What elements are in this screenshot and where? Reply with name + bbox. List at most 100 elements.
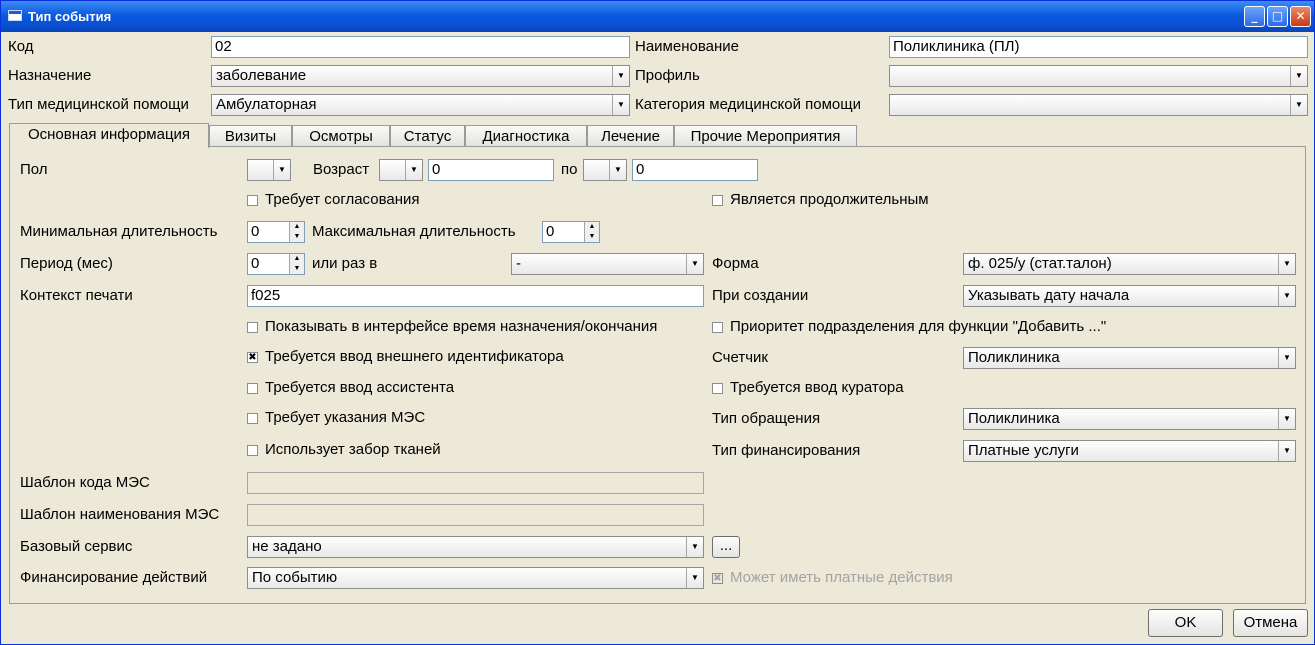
age-to-label: по bbox=[561, 161, 578, 178]
age-to-field[interactable]: 0 bbox=[632, 159, 758, 181]
show-time-checkbox[interactable]: Показывать в интерфейсе время назначения… bbox=[247, 317, 657, 337]
care-type-select[interactable]: Амбулаторная ▼ bbox=[211, 94, 630, 116]
dept-priority-checkbox[interactable]: Приоритет подразделения для функции "Доб… bbox=[712, 317, 1106, 337]
purpose-select[interactable]: заболевание ▼ bbox=[211, 65, 630, 87]
checkbox-box bbox=[712, 383, 723, 394]
spin-buttons[interactable]: ▲ ▼ bbox=[584, 222, 599, 242]
age-from-unit-select[interactable]: ▼ bbox=[379, 159, 423, 181]
mes-name-field[interactable] bbox=[247, 504, 704, 526]
counter-select[interactable]: Поликлиника ▼ bbox=[963, 347, 1296, 369]
tab-diagnostics[interactable]: Диагностика bbox=[465, 125, 587, 147]
title-bar[interactable]: Тип события _ □ ✕ bbox=[1, 1, 1314, 32]
paid-actions-checkbox[interactable]: ✖ Может иметь платные действия bbox=[712, 568, 953, 588]
spin-buttons[interactable]: ▲ ▼ bbox=[289, 254, 304, 274]
checkbox-box bbox=[247, 195, 258, 206]
spin-down-icon[interactable]: ▼ bbox=[585, 232, 599, 242]
age-to-unit-select[interactable]: ▼ bbox=[583, 159, 627, 181]
curator-checkbox[interactable]: Требуется ввод куратора bbox=[712, 378, 904, 398]
assistant-label: Требуется ввод ассистента bbox=[265, 379, 455, 396]
on-create-select[interactable]: Указывать дату начала ▼ bbox=[963, 285, 1296, 307]
sex-select[interactable]: ▼ bbox=[247, 159, 291, 181]
tissue-checkbox[interactable]: Использует забор тканей bbox=[247, 440, 441, 460]
period-spinner[interactable]: 0 ▲ ▼ bbox=[247, 253, 305, 275]
ok-button[interactable]: OK bbox=[1148, 609, 1223, 637]
mes-label: Требует указания МЭС bbox=[265, 409, 426, 426]
care-type-label: Тип медицинской помощи bbox=[8, 96, 189, 113]
min-duration-value: 0 bbox=[251, 223, 260, 240]
tab-main-info[interactable]: Основная информация bbox=[9, 123, 209, 148]
window-icon bbox=[8, 10, 22, 21]
profile-select[interactable]: ▼ bbox=[889, 65, 1308, 87]
period-value: 0 bbox=[251, 255, 260, 272]
counter-label: Счетчик bbox=[712, 349, 768, 366]
code-label: Код bbox=[8, 38, 34, 55]
spin-down-icon[interactable]: ▼ bbox=[290, 232, 304, 242]
name-field[interactable]: Поликлиника (ПЛ) bbox=[889, 36, 1308, 58]
tab-other-activities[interactable]: Прочие Мероприятия bbox=[674, 125, 857, 147]
close-icon[interactable]: ✕ bbox=[1290, 6, 1311, 27]
tissue-label: Использует забор тканей bbox=[265, 441, 441, 458]
chevron-down-icon: ▼ bbox=[1278, 286, 1295, 306]
actions-finance-select[interactable]: По событию ▼ bbox=[247, 567, 704, 589]
requires-approval-checkbox[interactable]: Требует согласования bbox=[247, 190, 420, 210]
is-long-checkbox[interactable]: Является продолжительным bbox=[712, 190, 929, 210]
chevron-down-icon: ▼ bbox=[405, 160, 422, 180]
dept-priority-label: Приоритет подразделения для функции "Доб… bbox=[730, 318, 1107, 335]
appeal-type-select[interactable]: Поликлиника ▼ bbox=[963, 408, 1296, 430]
age-label: Возраст bbox=[313, 161, 370, 178]
ext-id-checkbox[interactable]: ✖ Требуется ввод внешнего идентификатора bbox=[247, 347, 564, 367]
tab-examinations[interactable]: Осмотры bbox=[292, 125, 390, 147]
minimize-icon[interactable]: _ bbox=[1244, 6, 1265, 27]
spin-up-icon[interactable]: ▲ bbox=[290, 254, 304, 264]
max-duration-spinner[interactable]: 0 ▲ ▼ bbox=[542, 221, 600, 243]
finance-type-select[interactable]: Платные услуги ▼ bbox=[963, 440, 1296, 462]
window-title: Тип события bbox=[28, 9, 112, 24]
tab-treatment[interactable]: Лечение bbox=[587, 125, 674, 147]
maximize-icon[interactable]: □ bbox=[1267, 6, 1288, 27]
mes-code-field[interactable] bbox=[247, 472, 704, 494]
times-label: или раз в bbox=[312, 255, 378, 272]
spin-up-icon[interactable]: ▲ bbox=[585, 222, 599, 232]
paid-actions-label: Может иметь платные действия bbox=[730, 569, 953, 586]
name-label: Наименование bbox=[635, 38, 739, 55]
form-select[interactable]: ф. 025/у (стат.талон) ▼ bbox=[963, 253, 1296, 275]
care-type-value: Амбулаторная bbox=[216, 96, 317, 113]
spin-up-icon[interactable]: ▲ bbox=[290, 222, 304, 232]
checkbox-checked-icon: ✖ bbox=[712, 573, 723, 584]
show-time-label: Показывать в интерфейсе время назначения… bbox=[265, 318, 658, 335]
code-field[interactable]: 02 bbox=[211, 36, 630, 58]
print-context-field[interactable]: f025 bbox=[247, 285, 704, 307]
tab-status[interactable]: Статус bbox=[390, 125, 465, 147]
tab-visits[interactable]: Визиты bbox=[209, 125, 292, 147]
mes-checkbox[interactable]: Требует указания МЭС bbox=[247, 408, 425, 428]
care-category-select[interactable]: ▼ bbox=[889, 94, 1308, 116]
actions-finance-label: Финансирование действий bbox=[20, 569, 208, 586]
age-from-field[interactable]: 0 bbox=[428, 159, 554, 181]
purpose-value: заболевание bbox=[216, 67, 307, 84]
times-value: - bbox=[516, 255, 521, 272]
counter-value: Поликлиника bbox=[968, 349, 1060, 366]
base-service-browse-button[interactable]: ... bbox=[712, 536, 740, 558]
checkbox-box bbox=[247, 413, 258, 424]
appeal-type-value: Поликлиника bbox=[968, 410, 1060, 427]
spin-down-icon[interactable]: ▼ bbox=[290, 264, 304, 274]
form-label: Форма bbox=[712, 255, 759, 272]
is-long-label: Является продолжительным bbox=[730, 191, 929, 208]
checkbox-box bbox=[247, 322, 258, 333]
chevron-down-icon: ▼ bbox=[1290, 95, 1307, 115]
profile-label: Профиль bbox=[635, 67, 700, 84]
base-service-value: не задано bbox=[252, 538, 322, 555]
assistant-checkbox[interactable]: Требуется ввод ассистента bbox=[247, 378, 454, 398]
times-select[interactable]: - ▼ bbox=[511, 253, 704, 275]
spin-buttons[interactable]: ▲ ▼ bbox=[289, 222, 304, 242]
cancel-button[interactable]: Отмена bbox=[1233, 609, 1308, 637]
min-duration-spinner[interactable]: 0 ▲ ▼ bbox=[247, 221, 305, 243]
mes-code-label: Шаблон кода МЭС bbox=[20, 474, 150, 491]
event-type-dialog: Тип события _ □ ✕ Код 02 Наименование По… bbox=[0, 0, 1315, 645]
curator-label: Требуется ввод куратора bbox=[730, 379, 904, 396]
base-service-select[interactable]: не задано ▼ bbox=[247, 536, 704, 558]
appeal-type-label: Тип обращения bbox=[712, 410, 821, 427]
chevron-down-icon: ▼ bbox=[612, 66, 629, 86]
chevron-down-icon: ▼ bbox=[686, 568, 703, 588]
care-category-label: Категория медицинской помощи bbox=[635, 96, 861, 113]
